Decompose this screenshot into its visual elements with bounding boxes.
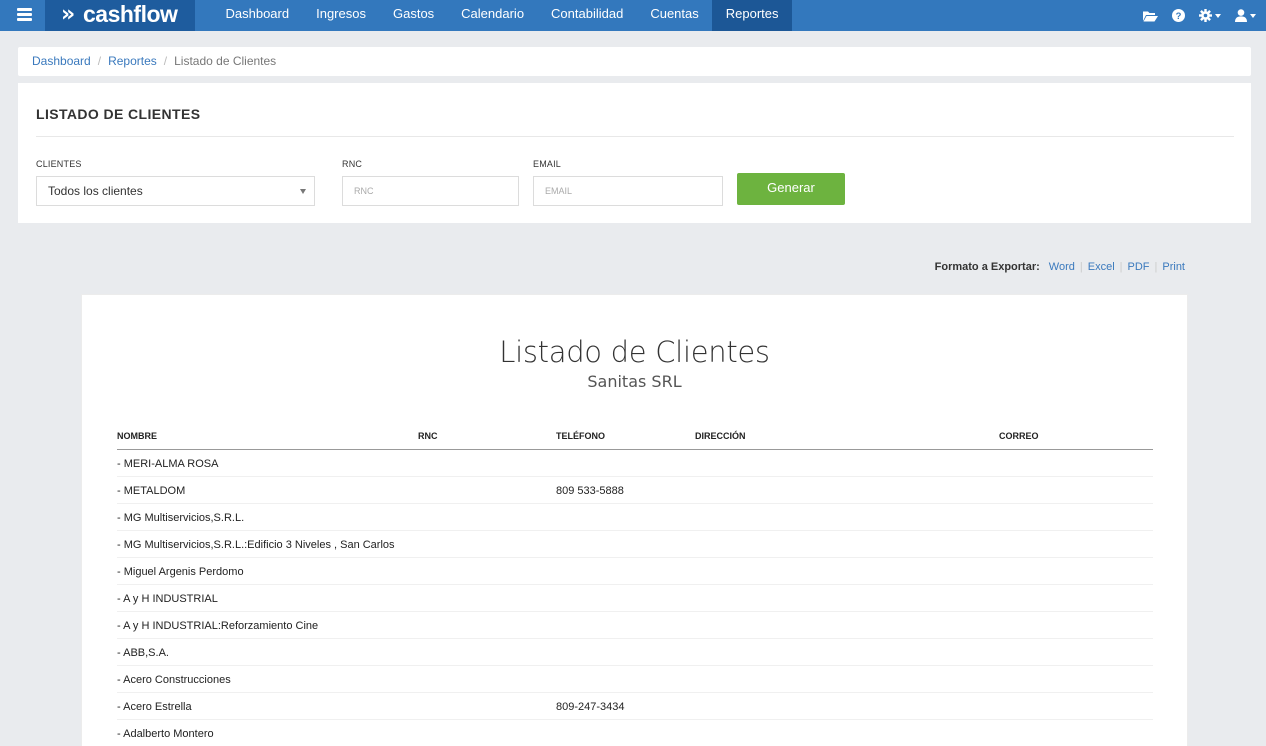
export-word-link[interactable]: Word: [1049, 261, 1075, 273]
help-icon[interactable]: ?: [1172, 9, 1185, 22]
export-divider: |: [1154, 261, 1158, 273]
clientes-label: CLIENTES: [36, 159, 82, 169]
column-header-rnc: RNC: [418, 431, 438, 441]
table-row: - MG Multiservicios,S.R.L.: [117, 504, 1153, 531]
top-navbar: » cashflow Dashboard Ingresos Gastos Cal…: [0, 0, 1266, 31]
breadcrumb-separator: /: [97, 54, 102, 68]
report-subtitle: Sanitas SRL: [587, 372, 682, 391]
nav-item-cuentas[interactable]: Cuentas: [637, 0, 712, 31]
column-header-nombre: NOMBRE: [117, 431, 157, 441]
cell-nombre: - MG Multiservicios,S.R.L.:Edificio 3 Ni…: [117, 539, 395, 551]
cell-nombre: - MERI-ALMA ROSA: [117, 458, 219, 470]
export-divider: |: [1119, 261, 1123, 273]
table-row: - Adalberto Montero: [117, 720, 1153, 746]
brand-logo[interactable]: » cashflow: [45, 0, 195, 31]
breadcrumb-current: Listado de Clientes: [174, 54, 277, 68]
breadcrumb: Dashboard / Reportes / Listado de Clientes: [18, 47, 1251, 76]
clientes-select-value: Todos los clientes: [48, 184, 143, 198]
dropdown-arrow-icon: [300, 189, 306, 194]
report-title: Listado de Clientes: [499, 335, 770, 369]
export-excel-link[interactable]: Excel: [1088, 261, 1115, 273]
column-header-telefono: TELÉFONO: [556, 431, 605, 441]
breadcrumb-separator: /: [163, 54, 168, 68]
cell-nombre: - Miguel Argenis Perdomo: [117, 566, 244, 578]
export-print-link[interactable]: Print: [1162, 261, 1185, 273]
settings-menu[interactable]: [1199, 9, 1221, 22]
cell-nombre: - METALDOM: [117, 485, 186, 497]
gear-icon: [1199, 9, 1212, 22]
breadcrumb-dashboard[interactable]: Dashboard: [32, 54, 91, 68]
table-row: - MERI-ALMA ROSA: [117, 450, 1153, 477]
page-title: LISTADO DE CLIENTES: [36, 106, 201, 122]
nav-item-gastos[interactable]: Gastos: [379, 0, 447, 31]
column-header-direccion: DIRECCIÓN: [695, 431, 746, 441]
user-icon: [1235, 9, 1247, 22]
export-label: Formato a Exportar:: [934, 261, 1040, 273]
cell-nombre: - Acero Construcciones: [117, 674, 231, 686]
report-sheet: Listado de Clientes Sanitas SRL NOMBRE R…: [81, 294, 1188, 746]
nav-item-calendario[interactable]: Calendario: [448, 0, 538, 31]
cell-nombre: - A y H INDUSTRIAL: [117, 593, 218, 605]
clientes-select[interactable]: Todos los clientes: [36, 176, 315, 206]
email-input[interactable]: EMAIL: [533, 176, 723, 206]
user-menu[interactable]: [1235, 9, 1256, 22]
navbar-right-icons: ?: [1129, 0, 1256, 31]
cell-telefono: 809-247-3434: [556, 701, 625, 713]
export-formats: Formato a Exportar: Word | Excel | PDF |…: [935, 261, 1185, 273]
rnc-label: RNC: [342, 159, 363, 169]
export-pdf-link[interactable]: PDF: [1128, 261, 1150, 273]
hamburger-menu-icon[interactable]: [17, 8, 32, 21]
table-row: - Miguel Argenis Perdomo: [117, 558, 1153, 585]
cashflow-logo-icon: »: [61, 2, 75, 27]
table-row: - METALDOM 809 533-5888: [117, 477, 1153, 504]
table-row: - Acero Estrella 809-247-3434: [117, 693, 1153, 720]
brand-name: cashflow: [83, 1, 178, 27]
nav-item-contabilidad[interactable]: Contabilidad: [538, 0, 637, 31]
cell-nombre: - A y H INDUSTRIAL:Reforzamiento Cine: [117, 620, 319, 632]
cell-nombre: - Adalberto Montero: [117, 728, 214, 740]
nav-item-ingresos[interactable]: Ingresos: [303, 0, 380, 31]
folder-open-icon[interactable]: [1143, 10, 1158, 22]
svg-text:?: ?: [1176, 11, 1182, 22]
table-row: - ABB,S.A.: [117, 639, 1153, 666]
email-placeholder: EMAIL: [545, 186, 573, 196]
cell-nombre: - MG Multiservicios,S.R.L.: [117, 512, 245, 524]
generate-button[interactable]: Generar: [737, 173, 845, 205]
email-label: EMAIL: [533, 159, 562, 169]
table-row: - A y H INDUSTRIAL:Reforzamiento Cine: [117, 612, 1153, 639]
export-divider: |: [1079, 261, 1083, 273]
chevron-down-icon: [1250, 13, 1256, 18]
nav-item-reportes[interactable]: Reportes: [712, 0, 792, 31]
nav-item-dashboard[interactable]: Dashboard: [212, 0, 303, 31]
table-row: - A y H INDUSTRIAL: [117, 585, 1153, 612]
rnc-placeholder: RNC: [354, 186, 374, 196]
table-row: - MG Multiservicios,S.R.L.:Edificio 3 Ni…: [117, 531, 1153, 558]
column-header-correo: CORREO: [999, 431, 1039, 441]
cell-telefono: 809 533-5888: [556, 485, 624, 497]
breadcrumb-reportes[interactable]: Reportes: [108, 54, 157, 68]
chevron-down-icon: [1215, 13, 1221, 18]
cell-nombre: - ABB,S.A.: [117, 647, 169, 659]
cell-nombre: - Acero Estrella: [117, 701, 192, 713]
rnc-input[interactable]: RNC: [342, 176, 519, 206]
table-row: - Acero Construcciones: [117, 666, 1153, 693]
main-menu: Dashboard Ingresos Gastos Calendario Con…: [212, 0, 792, 31]
filter-panel: LISTADO DE CLIENTES CLIENTES Todos los c…: [18, 83, 1251, 223]
divider: [36, 136, 1234, 137]
